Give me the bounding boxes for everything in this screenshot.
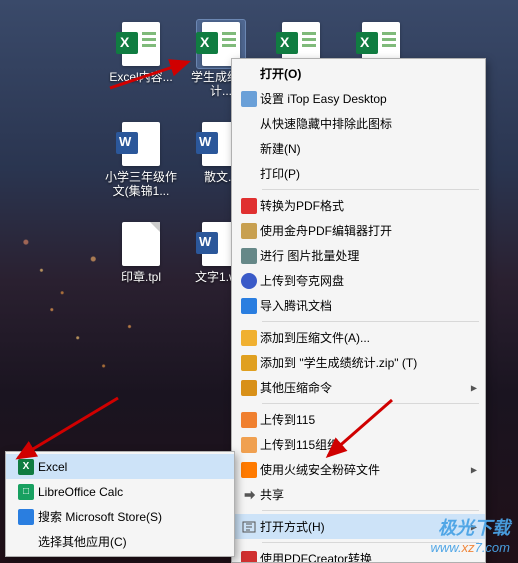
menu-item-label: 上传到夸克网盘 [260,272,459,289]
openwith-item-label: Excel [38,460,208,474]
menu-item-label: 共享 [260,486,459,503]
menu-item[interactable]: 使用PDFCreator转换 [232,546,485,563]
huorong-icon [238,461,260,479]
excel-icon: X [18,459,34,475]
menu-item-label: 打开方式(H) [260,518,459,535]
openwith-item[interactable]: 选择其他应用(C) [6,529,234,554]
menu-item-label: 新建(N) [260,140,459,157]
menu-item[interactable]: 设置 iTop Easy Desktop [232,86,485,111]
pdf-icon [238,197,260,215]
menu-item[interactable]: 其他压缩命令 [232,375,485,400]
menu-separator [262,510,479,511]
ms-store-icon [18,509,34,525]
menu-separator [262,542,479,543]
menu-item[interactable]: 导入腾讯文档 [232,293,485,318]
menu-separator [262,321,479,322]
menu-item[interactable]: 使用金舟PDF编辑器打开 [232,218,485,243]
excel-icon [122,22,160,66]
pdfk-icon [238,222,260,240]
openwith-item-label: LibreOffice Calc [38,485,208,499]
file-tpl[interactable]: 印章.tpl [104,220,178,284]
up115-icon [238,411,260,429]
menu-item-label: 从快速隐藏中排除此图标 [260,115,459,132]
openwith-submenu: X Excel □ LibreOffice Calc 搜索 Microsoft Stor… [5,451,235,557]
tencent-icon [238,297,260,315]
libreoffice-icon: □ [18,484,34,500]
menu-item-label: 打印(P) [260,165,459,182]
menu-item-label: 使用金舟PDF编辑器打开 [260,222,459,239]
openwith-item[interactable]: 搜索 Microsoft Store(S) [6,504,234,529]
menu-item[interactable]: 添加到 "学生成绩统计.zip" (T) [232,350,485,375]
kuake-icon [238,272,260,290]
openwith-item-label: 搜索 Microsoft Store(S) [38,508,208,525]
menu-item[interactable]: 共享 [232,482,485,507]
file-excel-1[interactable]: Excel内容... [104,20,178,84]
menu-item-label: 上传到115组织 [260,436,459,453]
menu-item[interactable]: 上传到115组织 [232,432,485,457]
menu-item-label: 添加到压缩文件(A)... [260,329,459,346]
menu-item-label: 使用PDFCreator转换 [260,550,459,563]
openwith-icon [238,518,260,536]
menu-item[interactable]: 新建(N) [232,136,485,161]
openwith-item[interactable]: X Excel [6,454,234,479]
menu-item[interactable]: 上传到夸克网盘 [232,268,485,293]
menu-item-label: 添加到 "学生成绩统计.zip" (T) [260,354,459,371]
menu-item-label: 使用火绒安全粉碎文件 [260,461,459,478]
menu-item-label: 其他压缩命令 [260,379,459,396]
org115-icon [238,436,260,454]
menu-item[interactable]: 使用火绒安全粉碎文件 [232,457,485,482]
menu-item[interactable]: 打开方式(H) [232,514,485,539]
menu-item[interactable]: 打开(O) [232,61,485,86]
menu-item-label: 打开(O) [260,65,459,82]
zip3-icon [238,379,260,397]
file-label: 小学三年级作文(集锦1... [104,170,178,199]
pdfcr-icon [238,550,260,563]
menu-item[interactable]: 上传到115 [232,407,485,432]
context-menu: 打开(O) 设置 iTop Easy Desktop 从快速隐藏中排除此图标新建(N… [231,58,486,563]
menu-item-label: 转换为PDF格式 [260,197,459,214]
openwith-item[interactable]: □ LibreOffice Calc [6,479,234,504]
menu-item[interactable]: 进行 图片批量处理 [232,243,485,268]
menu-item-label: 上传到115 [260,411,459,428]
file-icon [122,222,160,266]
menu-item[interactable]: 打印(P) [232,161,485,186]
file-word-1[interactable]: 小学三年级作文(集锦1... [104,120,178,199]
openwith-item-label: 选择其他应用(C) [38,533,208,550]
share-icon [238,486,260,504]
menu-item[interactable]: 转换为PDF格式 [232,193,485,218]
menu-separator [262,403,479,404]
file-label: Excel内容... [109,70,172,84]
menu-item-label: 导入腾讯文档 [260,297,459,314]
menu-item-label: 设置 iTop Easy Desktop [260,90,459,107]
itop-icon [238,90,260,108]
menu-item[interactable]: 从快速隐藏中排除此图标 [232,111,485,136]
zip2-icon [238,354,260,372]
word-icon [122,122,160,166]
file-label: 印章.tpl [121,270,161,284]
imgb-icon [238,247,260,265]
zip1-icon [238,329,260,347]
menu-item-label: 进行 图片批量处理 [260,247,459,264]
menu-separator [262,189,479,190]
menu-item[interactable]: 添加到压缩文件(A)... [232,325,485,350]
